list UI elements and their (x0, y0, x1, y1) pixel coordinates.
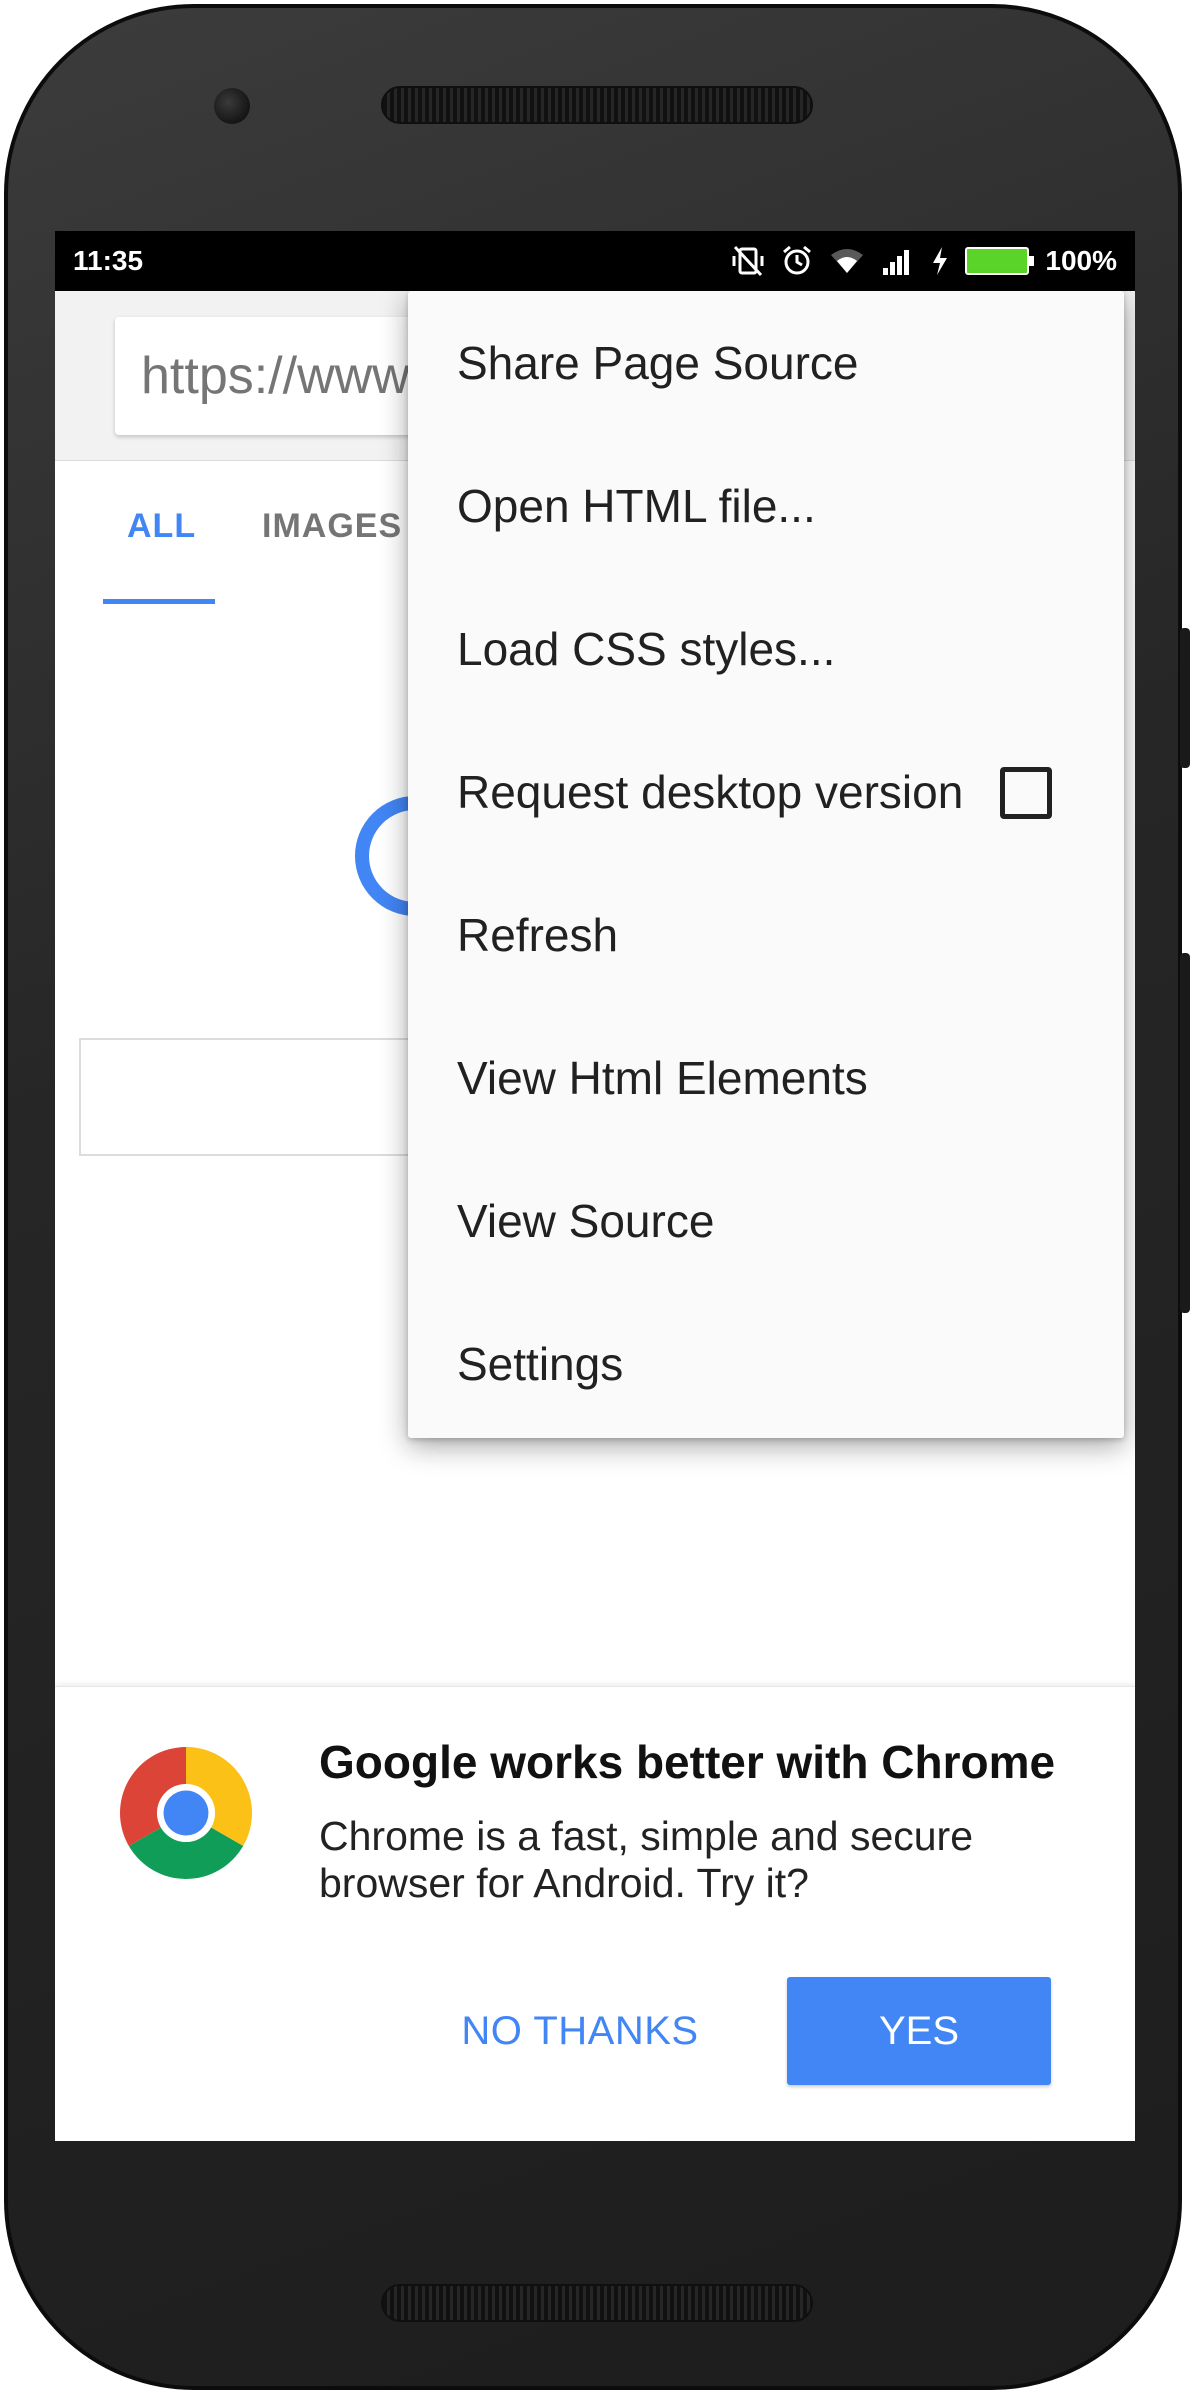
menu-item-view-source[interactable]: View Source (408, 1149, 1124, 1292)
volume-button (1180, 953, 1190, 1313)
status-time: 11:35 (73, 245, 144, 276)
menu-item-open-html-file[interactable]: Open HTML file... (408, 434, 1124, 577)
vibrate-off-icon (732, 245, 764, 277)
menu-item-load-css-styles[interactable]: Load CSS styles... (408, 577, 1124, 720)
chrome-logo-icon (120, 1747, 252, 1879)
menu-item-label: Share Page Source (457, 336, 859, 389)
wifi-icon (831, 249, 864, 273)
menu-item-label: Settings (457, 1337, 624, 1390)
battery-percent: 100% (1045, 245, 1117, 276)
menu-item-label: Open HTML file... (457, 479, 816, 532)
menu-item-label: View Html Elements (457, 1051, 868, 1104)
menu-item-request-desktop-version[interactable]: Request desktop version (408, 720, 1124, 863)
no-thanks-button[interactable]: NO THANKS (445, 1977, 715, 2085)
bottom-speaker (381, 2284, 813, 2322)
chrome-promo-banner: Google works better with Chrome Chrome i… (55, 1686, 1135, 2141)
overflow-menu: Share Page Source Open HTML file... Load… (408, 291, 1124, 1438)
charging-icon (933, 247, 948, 275)
top-speaker (381, 86, 813, 124)
menu-item-label: Refresh (457, 908, 619, 961)
tab-images[interactable]: IMAGES (262, 461, 402, 606)
cell-signal-icon (883, 250, 910, 275)
alarm-icon (783, 245, 812, 275)
desktop-version-checkbox[interactable] (1000, 767, 1052, 819)
status-bar: 11:35 100% (55, 231, 1135, 291)
status-icons: 100% (731, 244, 1117, 278)
banner-title: Google works better with Chrome (319, 1736, 1056, 1788)
battery-icon (965, 247, 1035, 275)
yes-button[interactable]: YES (787, 1977, 1051, 2085)
menu-item-view-html-elements[interactable]: View Html Elements (408, 1006, 1124, 1149)
menu-item-refresh[interactable]: Refresh (408, 863, 1124, 1006)
menu-item-share-page-source[interactable]: Share Page Source (408, 291, 1124, 434)
menu-item-label: Request desktop version (457, 765, 964, 818)
banner-body: Chrome is a fast, simple and secure brow… (319, 1813, 973, 1906)
tab-all[interactable]: ALL (127, 461, 196, 606)
menu-item-settings[interactable]: Settings (408, 1292, 1124, 1435)
front-camera (214, 88, 250, 124)
power-button (1180, 628, 1190, 768)
active-tab-indicator (103, 599, 215, 604)
phone-screen: 11:35 100% https://www ALL IMAGES Share … (55, 231, 1135, 2141)
menu-item-label: View Source (457, 1194, 715, 1247)
menu-item-label: Load CSS styles... (457, 622, 836, 675)
